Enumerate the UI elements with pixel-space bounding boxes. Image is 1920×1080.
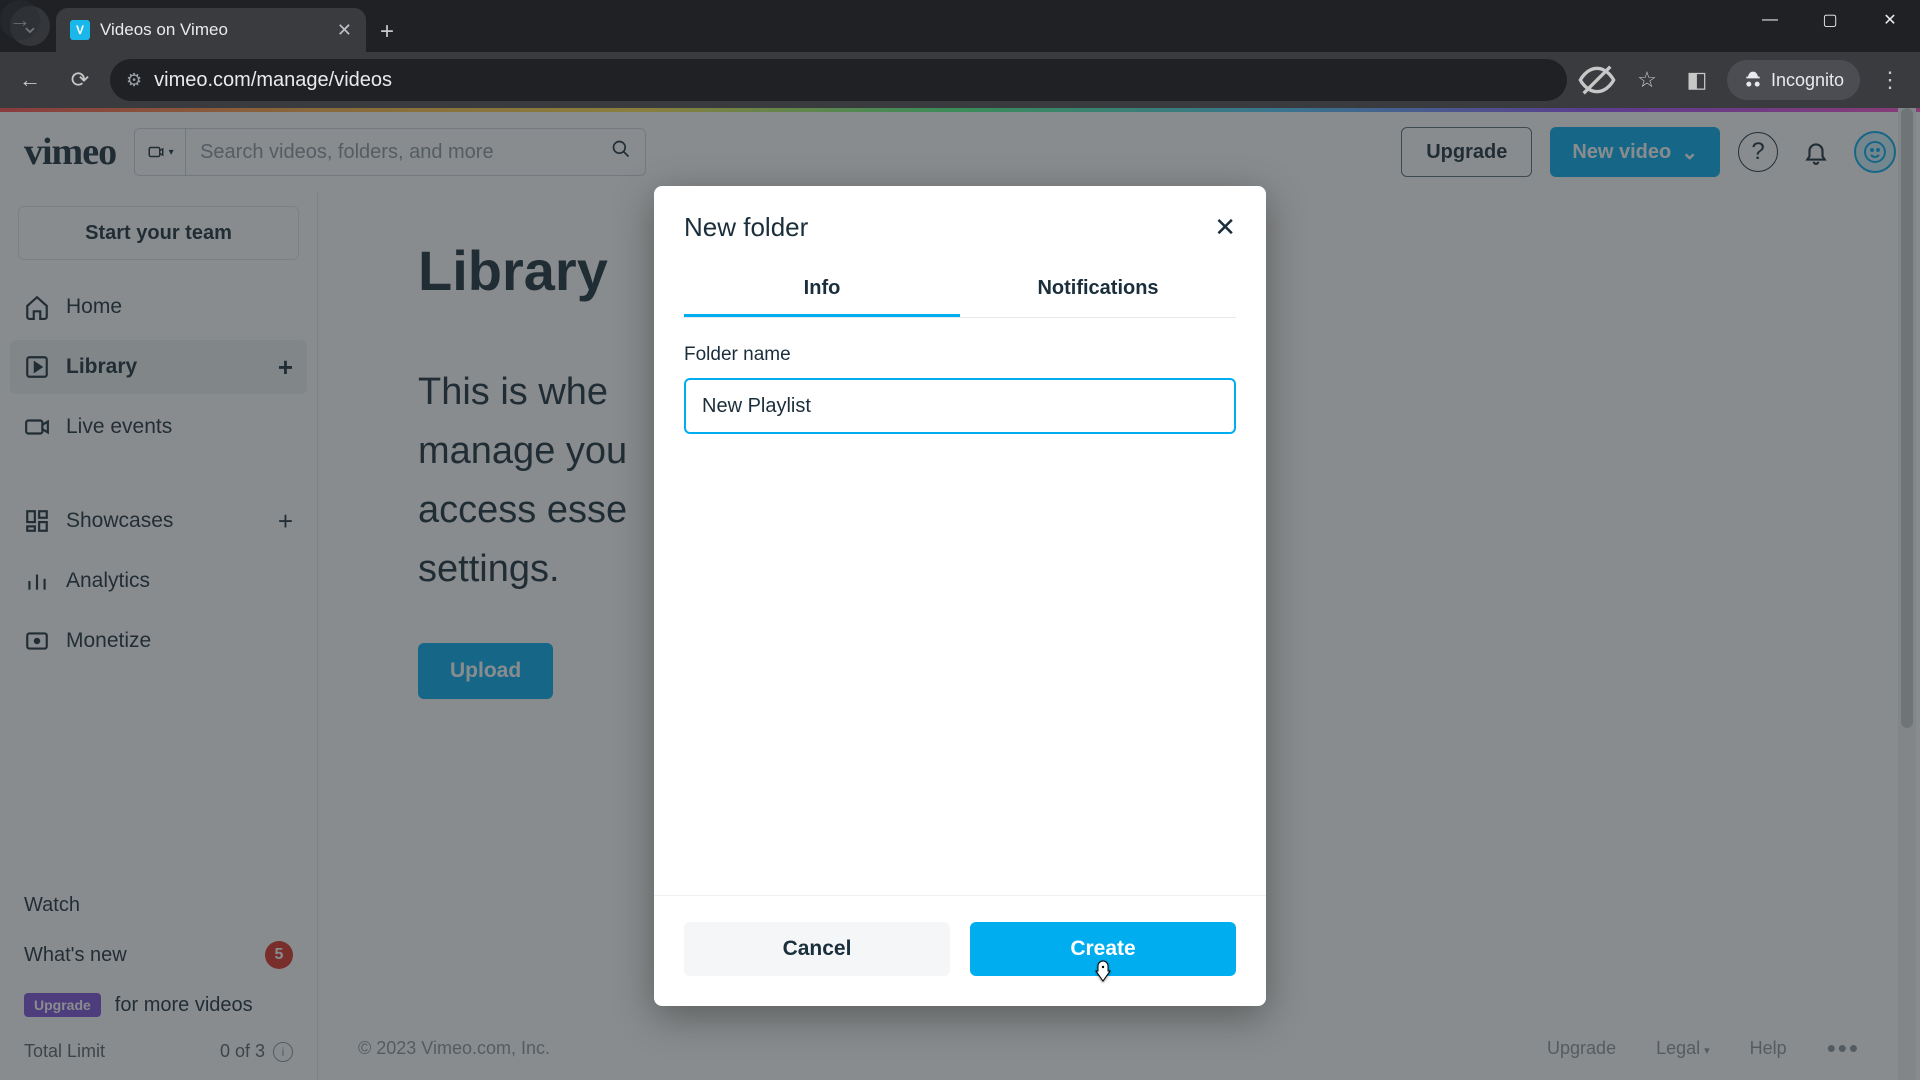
incognito-icon	[1743, 70, 1763, 90]
tab-info[interactable]: Info	[684, 263, 960, 317]
minimize-button[interactable]: ―	[1740, 0, 1800, 40]
tab-notifications[interactable]: Notifications	[960, 263, 1236, 317]
back-button[interactable]: ←	[10, 60, 50, 100]
folder-name-input[interactable]	[684, 378, 1236, 434]
new-folder-dialog: New folder ✕ Info Notifications Folder n…	[654, 186, 1266, 1006]
close-window-button[interactable]: ✕	[1860, 0, 1920, 40]
app-viewport: vimeo ▾ Search videos, folders, and more…	[0, 108, 1920, 1080]
side-panel-icon[interactable]: ◧	[1677, 60, 1717, 100]
bookmark-icon[interactable]: ☆	[1627, 60, 1667, 100]
browser-toolbar: ← → ⟳ ⚙ vimeo.com/manage/videos ☆ ◧ Inco…	[0, 52, 1920, 108]
reload-button[interactable]: ⟳	[60, 60, 100, 100]
incognito-indicator[interactable]: Incognito	[1727, 60, 1860, 100]
browser-tabstrip: ⌄ V Videos on Vimeo ✕ + ― ▢ ✕	[0, 0, 1920, 52]
browser-menu-button[interactable]: ⋮	[1870, 60, 1910, 100]
dialog-tabs: Info Notifications	[684, 263, 1236, 318]
close-dialog-button[interactable]: ✕	[1214, 212, 1236, 243]
create-button[interactable]: Create	[970, 922, 1236, 976]
address-bar[interactable]: ⚙ vimeo.com/manage/videos	[110, 59, 1567, 101]
site-settings-icon[interactable]: ⚙	[126, 70, 142, 91]
incognito-label: Incognito	[1771, 70, 1844, 91]
forward-button: →	[0, 0, 40, 40]
cursor-icon	[1091, 959, 1115, 983]
url-text: vimeo.com/manage/videos	[154, 69, 392, 92]
browser-tab[interactable]: V Videos on Vimeo ✕	[56, 8, 366, 52]
cancel-button[interactable]: Cancel	[684, 922, 950, 976]
tracking-icon[interactable]	[1577, 60, 1617, 100]
maximize-button[interactable]: ▢	[1800, 0, 1860, 40]
dialog-title: New folder	[684, 212, 808, 243]
new-tab-button[interactable]: +	[366, 18, 408, 52]
window-controls: ― ▢ ✕	[1740, 0, 1920, 40]
close-tab-icon[interactable]: ✕	[337, 20, 352, 41]
tab-title: Videos on Vimeo	[100, 20, 327, 40]
vimeo-favicon: V	[70, 20, 90, 40]
folder-name-label: Folder name	[684, 344, 1236, 366]
